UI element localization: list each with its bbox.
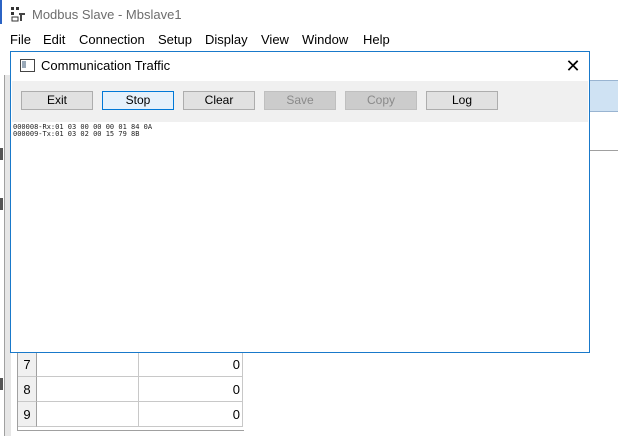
background-child-header <box>588 80 618 112</box>
menu-view[interactable]: View <box>261 32 289 47</box>
menu-connection[interactable]: Connection <box>79 32 145 47</box>
value-cell[interactable]: 0 <box>139 352 243 377</box>
edge-mark <box>0 148 3 160</box>
register-grid: 7 0 8 0 9 0 <box>17 352 244 431</box>
edge-mark <box>0 198 3 210</box>
value-text: 0 <box>232 357 240 372</box>
value-text: 0 <box>232 382 240 397</box>
table-row[interactable]: 9 0 <box>18 402 244 427</box>
table-row[interactable]: 7 0 <box>18 352 244 377</box>
alias-cell[interactable] <box>37 377 139 402</box>
modbus-app-icon <box>11 7 25 22</box>
value-cell[interactable]: 0 <box>139 377 243 402</box>
copy-button[interactable]: Copy <box>345 91 417 110</box>
row-number: 7 <box>18 352 37 377</box>
menu-help[interactable]: Help <box>363 32 390 47</box>
menu-edit[interactable]: Edit <box>43 32 65 47</box>
value-cell[interactable]: 0 <box>139 402 243 427</box>
traffic-toolbar: Exit Stop Clear Save Copy Log <box>12 81 588 122</box>
window-edge <box>0 0 2 24</box>
row-number: 8 <box>18 377 37 402</box>
window-icon <box>20 59 35 72</box>
communication-traffic-dialog: Communication Traffic ✕ Exit Stop Clear … <box>10 51 590 353</box>
alias-cell[interactable] <box>37 402 139 427</box>
app-title: Modbus Slave - Mbslave1 <box>32 7 182 22</box>
menu-display[interactable]: Display <box>205 32 248 47</box>
menu-file[interactable]: File <box>10 32 31 47</box>
stop-button[interactable]: Stop <box>102 91 174 110</box>
menu-setup[interactable]: Setup <box>158 32 192 47</box>
log-button[interactable]: Log <box>426 91 498 110</box>
menu-window[interactable]: Window <box>302 32 348 47</box>
menu-bar: File Edit Connection Setup Display View … <box>0 30 618 52</box>
clear-button[interactable]: Clear <box>183 91 255 110</box>
alias-cell[interactable] <box>37 352 139 377</box>
save-button[interactable]: Save <box>264 91 336 110</box>
value-text: 0 <box>232 407 240 422</box>
background-child-divider <box>588 150 618 151</box>
close-icon[interactable]: ✕ <box>562 55 584 77</box>
table-row[interactable]: 8 0 <box>18 377 244 402</box>
traffic-log[interactable]: 000008-Rx:01 03 00 00 00 01 84 0A 000009… <box>12 122 588 351</box>
dialog-title: Communication Traffic <box>41 58 171 73</box>
dialog-title-bar[interactable]: Communication Traffic ✕ <box>11 52 589 80</box>
exit-button[interactable]: Exit <box>21 91 93 110</box>
traffic-line: 000009-Tx:01 03 02 00 15 79 8B <box>13 130 140 138</box>
edge-mark <box>0 378 3 390</box>
app-title-bar[interactable]: Modbus Slave - Mbslave1 <box>0 0 618 30</box>
row-number: 9 <box>18 402 37 427</box>
